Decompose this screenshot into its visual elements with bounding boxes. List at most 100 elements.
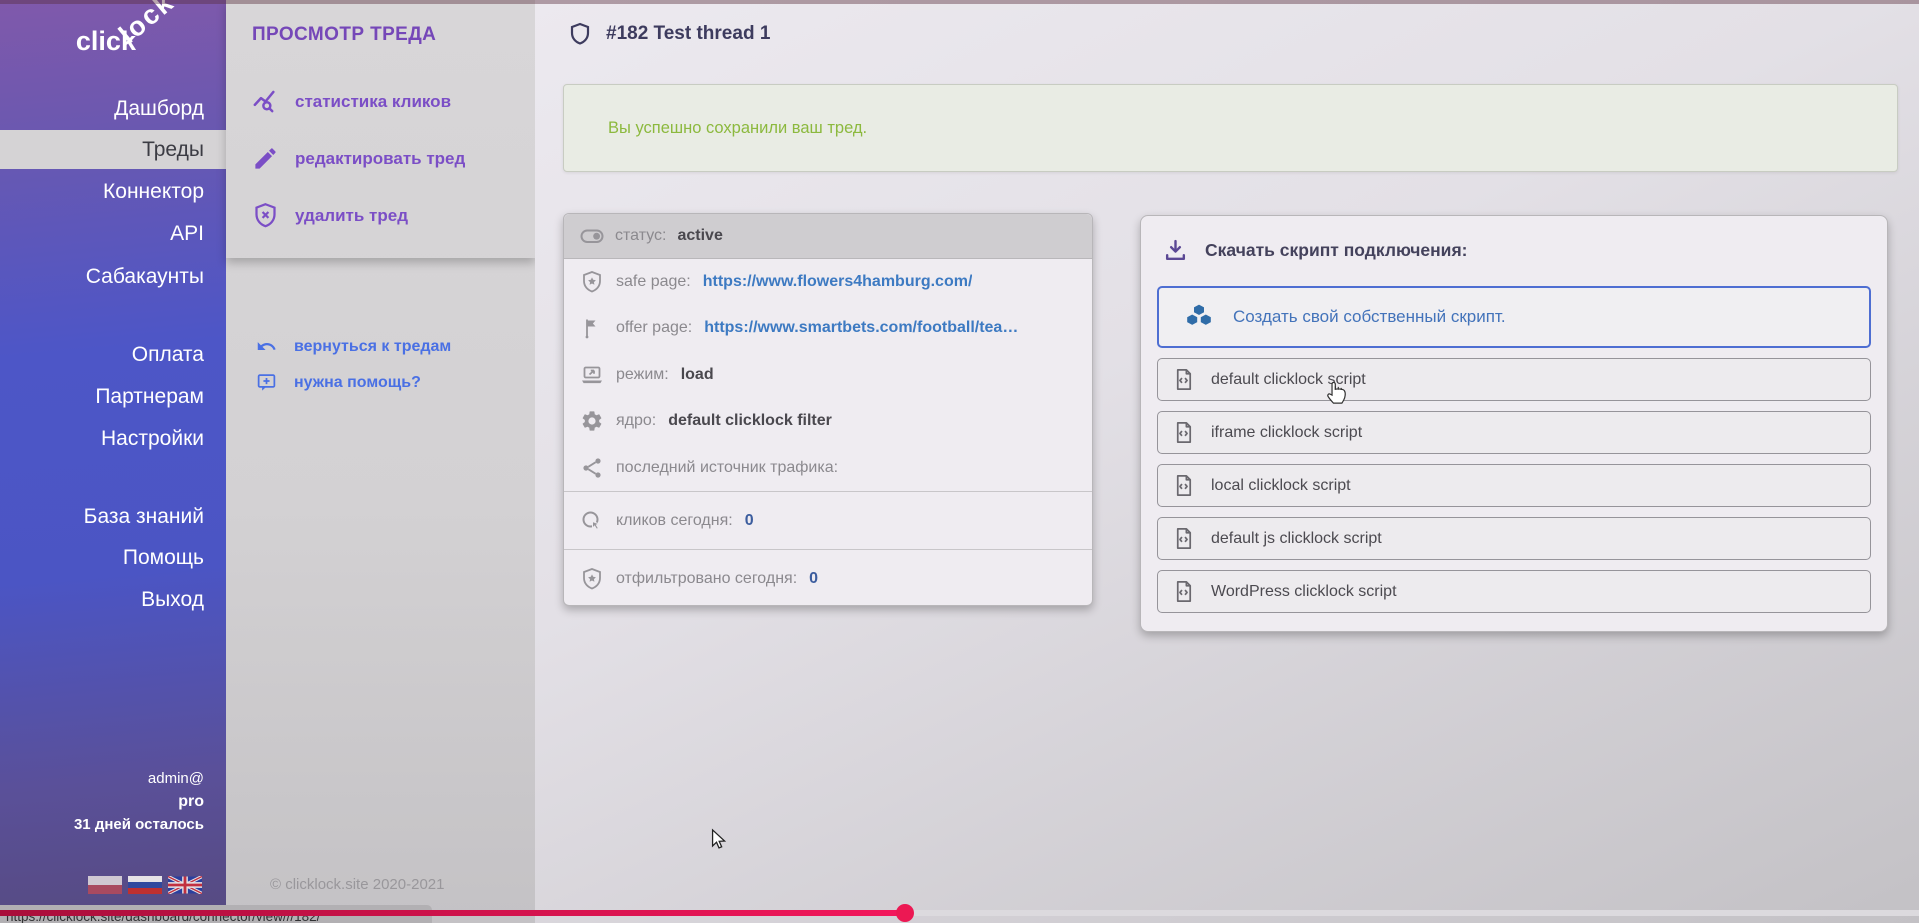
shield-icon <box>568 20 592 48</box>
safe-page-link[interactable]: https://www.flowers4hamburg.com/ <box>703 273 973 291</box>
wordpress-script-label: WordPress clicklock script <box>1211 583 1397 601</box>
edit-thread-label: редактировать тред <box>295 149 465 169</box>
badge-star-icon <box>580 567 604 591</box>
flag-poland-icon[interactable] <box>88 876 122 894</box>
click-stats-label: статистика кликов <box>295 92 451 112</box>
clicklock-logo: clicklock <box>76 26 198 57</box>
main-content: #182 Test thread 1 Вы успешно сохранили … <box>535 0 1919 923</box>
success-alert-text: Вы успешно сохранили ваш тред. <box>608 119 867 138</box>
last-traffic-source-label: последний источник трафика: <box>616 459 838 477</box>
core-row: ядро: default clicklock filter <box>564 398 1092 444</box>
clicks-today-value: 0 <box>745 512 754 530</box>
back-to-threads-link[interactable]: вернуться к тредам <box>256 336 451 357</box>
status-value: active <box>677 227 722 245</box>
sidebar-item-dashboard[interactable]: Дашборд <box>0 90 226 128</box>
edit-thread-button[interactable]: редактировать тред <box>252 145 465 172</box>
flag-uk-icon[interactable] <box>168 876 202 894</box>
app-screen: clicklock Дашборд Треды Коннектор API Са… <box>0 0 1919 923</box>
message-plus-icon <box>256 372 277 393</box>
default-js-script-button[interactable]: default js clicklock script <box>1157 517 1871 560</box>
clicks-today-row: кликов сегодня: 0 <box>564 491 1092 549</box>
local-script-label: local clicklock script <box>1211 477 1351 495</box>
flag-icon <box>580 316 604 340</box>
sidebar-item-help[interactable]: Помощь <box>0 539 226 577</box>
need-help-label: нужна помощь? <box>294 374 421 392</box>
stats-icon <box>252 88 279 115</box>
video-progress-bar-remaining[interactable] <box>906 910 1919 916</box>
download-script-card: Скачать скрипт подключения: Создать свой… <box>1140 215 1888 632</box>
sidebar-item-payment[interactable]: Оплата <box>0 336 226 374</box>
cubes-icon <box>1183 301 1215 333</box>
default-js-script-label: default js clicklock script <box>1211 530 1382 548</box>
account-days-left: 31 дней осталось <box>74 816 204 833</box>
video-progress-bar-filled[interactable] <box>0 910 906 916</box>
default-script-button[interactable]: default clicklock script <box>1157 358 1871 401</box>
page-header: #182 Test thread 1 <box>568 20 770 48</box>
shield-x-icon <box>252 202 279 229</box>
back-to-threads-label: вернуться к тредам <box>294 338 451 356</box>
sidebar-item-settings[interactable]: Настройки <box>0 420 226 458</box>
offer-page-link[interactable]: https://www.smartbets.com/football/tea… <box>704 319 1018 337</box>
code-file-icon <box>1172 527 1195 550</box>
mode-label: режим: <box>616 366 669 384</box>
gear-icon <box>580 409 604 433</box>
sidebar-item-threads[interactable]: Треды <box>0 130 226 169</box>
language-switcher <box>88 876 202 894</box>
filtered-today-value: 0 <box>809 570 818 588</box>
flag-russia-icon[interactable] <box>128 876 162 894</box>
thread-submenu-panel: ПРОСМОТР ТРЕДА статистика кликов редакти… <box>226 0 535 923</box>
click-stats-button[interactable]: статистика кликов <box>252 88 451 115</box>
filtered-today-row: отфильтровано сегодня: 0 <box>564 549 1092 607</box>
submenu-title: ПРОСМОТР ТРЕДА <box>252 24 436 46</box>
sidebar-item-connector[interactable]: Коннектор <box>0 173 226 211</box>
status-card-header: статус: active <box>564 214 1092 259</box>
account-email: admin@ <box>74 770 204 787</box>
pencil-icon <box>252 145 279 172</box>
create-custom-script-label: Создать свой собственный скрипт. <box>1233 307 1506 327</box>
delete-thread-label: удалить тред <box>295 206 408 226</box>
sidebar-item-api[interactable]: API <box>0 215 226 253</box>
last-traffic-source-row: последний источник трафика: <box>564 444 1092 491</box>
download-card-title: Скачать скрипт подключения: <box>1205 240 1467 261</box>
code-file-icon <box>1172 421 1195 444</box>
code-file-icon <box>1172 474 1195 497</box>
offer-page-label: offer page: <box>616 319 692 337</box>
download-card-header: Скачать скрипт подключения: <box>1163 238 1467 263</box>
mode-row: режим: load <box>564 351 1092 398</box>
create-custom-script-button[interactable]: Создать свой собственный скрипт. <box>1157 286 1871 348</box>
top-edge-shade <box>0 0 1919 4</box>
account-plan: pro <box>74 793 204 811</box>
video-progress-handle[interactable] <box>896 904 914 922</box>
wordpress-script-button[interactable]: WordPress clicklock script <box>1157 570 1871 613</box>
code-file-icon <box>1172 580 1195 603</box>
toggle-icon <box>580 224 604 248</box>
success-alert: Вы успешно сохранили ваш тред. <box>563 84 1898 172</box>
safe-page-row: safe page: https://www.flowers4hamburg.c… <box>564 259 1092 305</box>
safe-page-label: safe page: <box>616 273 691 291</box>
sidebar-item-knowledge-base[interactable]: База знаний <box>0 498 226 536</box>
sidebar: clicklock Дашборд Треды Коннектор API Са… <box>0 0 226 923</box>
code-file-icon <box>1172 368 1195 391</box>
filtered-today-label: отфильтровано сегодня: <box>616 570 797 588</box>
core-value: default clicklock filter <box>668 412 832 430</box>
sidebar-item-partners[interactable]: Партнерам <box>0 378 226 416</box>
iframe-script-button[interactable]: iframe clicklock script <box>1157 411 1871 454</box>
thread-title: #182 Test thread 1 <box>606 23 770 45</box>
click-icon <box>580 509 604 533</box>
sidebar-item-subaccounts[interactable]: Сабакаунты <box>0 258 226 296</box>
core-label: ядро: <box>616 412 656 430</box>
local-script-button[interactable]: local clicklock script <box>1157 464 1871 507</box>
need-help-link[interactable]: нужна помощь? <box>256 372 421 393</box>
status-label: статус: <box>615 227 666 245</box>
clicks-today-label: кликов сегодня: <box>616 512 733 530</box>
copyright-text: © clicklock.site 2020-2021 <box>270 876 444 893</box>
laptop-arrow-icon <box>580 363 604 387</box>
badge-star-icon <box>580 270 604 294</box>
delete-thread-button[interactable]: удалить тред <box>252 202 408 229</box>
thread-status-card: статус: active safe page: https://www.fl… <box>563 213 1093 606</box>
sidebar-item-logout[interactable]: Выход <box>0 581 226 619</box>
share-icon <box>580 456 604 480</box>
mode-value: load <box>681 366 714 384</box>
download-icon <box>1163 238 1188 263</box>
iframe-script-label: iframe clicklock script <box>1211 424 1362 442</box>
